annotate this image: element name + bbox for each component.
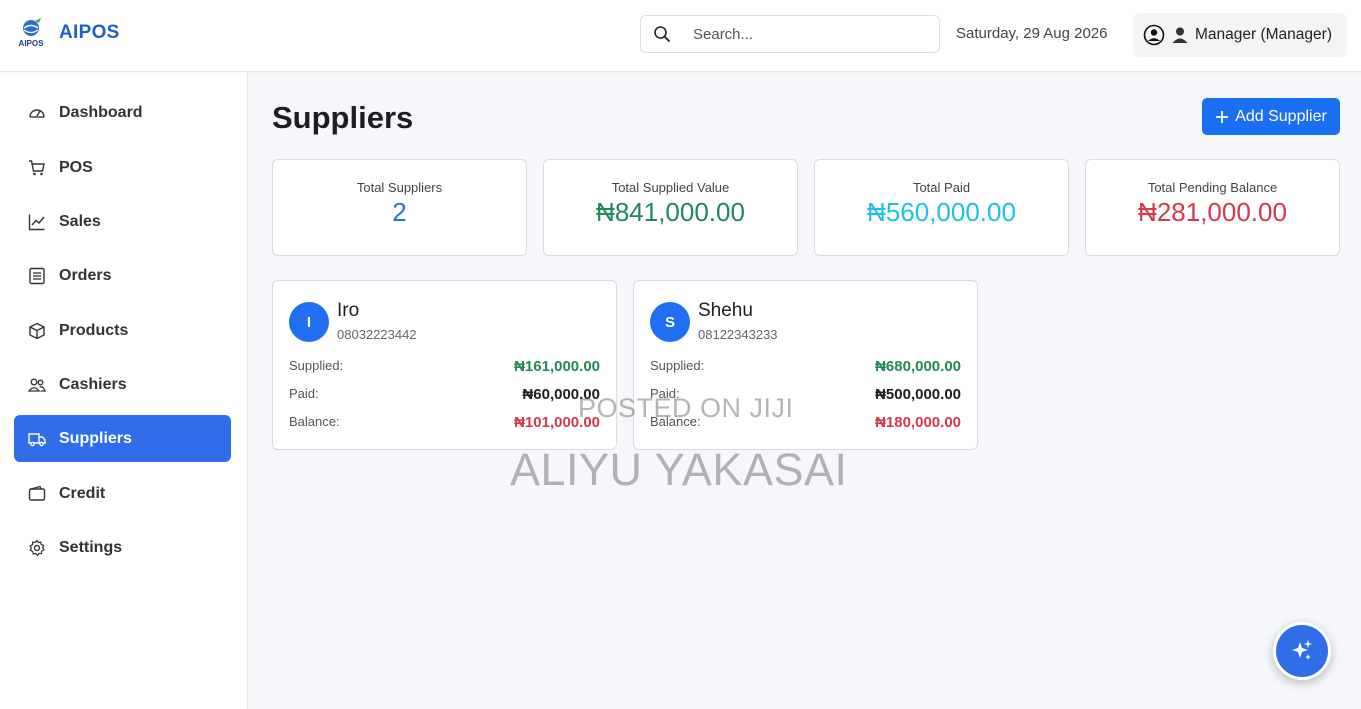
search-box[interactable]	[640, 15, 940, 53]
sidebar-item-label: Cashiers	[59, 375, 127, 393]
svg-text:AIPOS: AIPOS	[19, 39, 45, 48]
sidebar-item-label: POS	[59, 158, 93, 176]
box-icon	[29, 322, 45, 339]
avatar: I	[289, 302, 329, 342]
page-title: Suppliers	[272, 100, 414, 135]
ai-assistant-button[interactable]	[1273, 622, 1331, 680]
sidebar-item-cashiers[interactable]: Cashiers	[14, 361, 231, 408]
watermark-line-2: ALIYU YAKASAI	[510, 444, 848, 495]
user-bust-icon	[1172, 27, 1188, 43]
sidebar-item-orders[interactable]: Orders	[14, 252, 231, 299]
sidebar-item-label: Dashboard	[59, 103, 143, 121]
sidebar-item-label: Suppliers	[59, 429, 132, 447]
supplier-name: Iro	[337, 300, 360, 321]
sidebar-item-suppliers[interactable]: Suppliers	[14, 415, 231, 462]
balance-value: ₦101,000.00	[514, 414, 600, 431]
supplier-card[interactable]: I Iro 08032223442 Supplied: ₦161,000.00 …	[272, 280, 617, 450]
list-icon	[29, 267, 45, 284]
gear-icon	[29, 539, 45, 556]
balance-value: ₦180,000.00	[875, 414, 961, 431]
avatar: S	[650, 302, 690, 342]
stat-value: ₦281,000.00	[1138, 197, 1287, 227]
sidebar-item-products[interactable]: Products	[14, 307, 231, 354]
aipos-logo: AIPOS	[14, 17, 48, 49]
stat-value: 2	[392, 197, 407, 227]
top-bar: AIPOS AIPOS Saturday, 29 Aug 2026 Manage…	[0, 0, 1361, 72]
sidebar-item-credit[interactable]: Credit	[14, 470, 231, 517]
search-icon	[654, 26, 670, 42]
user-label: Manager (Manager)	[1195, 26, 1332, 43]
supplied-value: ₦161,000.00	[514, 358, 600, 375]
cart-icon	[29, 159, 45, 175]
sidebar-item-label: Sales	[59, 212, 101, 230]
people-icon	[28, 378, 46, 392]
current-date: Saturday, 29 Aug 2026	[956, 25, 1108, 42]
supplied-label: Supplied:	[650, 358, 705, 373]
supplier-card[interactable]: S Shehu 08122343233 Supplied: ₦680,000.0…	[633, 280, 978, 450]
plus-icon	[1216, 110, 1229, 123]
supplier-phone: 08122343233	[698, 327, 778, 342]
balance-label: Balance:	[289, 414, 340, 429]
stat-value: ₦841,000.00	[596, 197, 745, 227]
sidebar: Dashboard POS Sales Orders Products Cash…	[0, 72, 248, 709]
gauge-icon	[29, 108, 45, 118]
stat-label: Total Pending Balance	[1147, 180, 1278, 195]
stat-value: ₦560,000.00	[867, 197, 1016, 227]
paid-label: Paid:	[650, 386, 680, 401]
balance-label: Balance:	[650, 414, 701, 429]
sidebar-item-label: Credit	[59, 484, 106, 502]
sidebar-item-pos[interactable]: POS	[14, 144, 231, 191]
stat-label: Total Suppliers	[356, 180, 443, 195]
sidebar-item-label: Settings	[59, 538, 123, 556]
sparkles-icon	[1292, 640, 1312, 660]
supplied-label: Supplied:	[289, 358, 344, 373]
supplier-name: Shehu	[698, 300, 753, 321]
supplied-value: ₦680,000.00	[875, 358, 961, 375]
chart-line-icon	[28, 214, 45, 230]
wallet-icon	[28, 485, 46, 501]
stat-card-total-suppliers: Total Suppliers 2	[272, 159, 527, 256]
sidebar-item-label: Orders	[59, 266, 112, 284]
stat-label: Total Supplied Value	[611, 180, 730, 195]
sidebar-item-settings[interactable]: Settings	[14, 524, 231, 571]
stat-card-total-supplied-value: Total Supplied Value ₦841,000.00	[543, 159, 798, 256]
truck-icon	[28, 432, 46, 446]
brand-name: AIPOS	[59, 22, 120, 43]
stat-label: Total Paid	[912, 180, 971, 195]
search-input[interactable]	[693, 25, 923, 43]
paid-label: Paid:	[289, 386, 319, 401]
user-circle-icon	[1143, 24, 1165, 46]
stat-card-total-pending-balance: Total Pending Balance ₦281,000.00	[1085, 159, 1340, 256]
add-supplier-button[interactable]: Add Supplier	[1202, 98, 1340, 135]
sidebar-item-sales[interactable]: Sales	[14, 198, 231, 245]
sidebar-item-label: Products	[59, 321, 129, 339]
sidebar-item-dashboard[interactable]: Dashboard	[14, 89, 231, 136]
user-menu[interactable]: Manager (Manager)	[1133, 13, 1347, 57]
supplier-phone: 08032223442	[337, 327, 417, 342]
brand[interactable]: AIPOS AIPOS	[14, 17, 120, 49]
paid-value: ₦60,000.00	[522, 386, 600, 403]
paid-value: ₦500,000.00	[875, 386, 961, 403]
stat-card-total-paid: Total Paid ₦560,000.00	[814, 159, 1069, 256]
add-supplier-label: Add Supplier	[1235, 107, 1327, 125]
